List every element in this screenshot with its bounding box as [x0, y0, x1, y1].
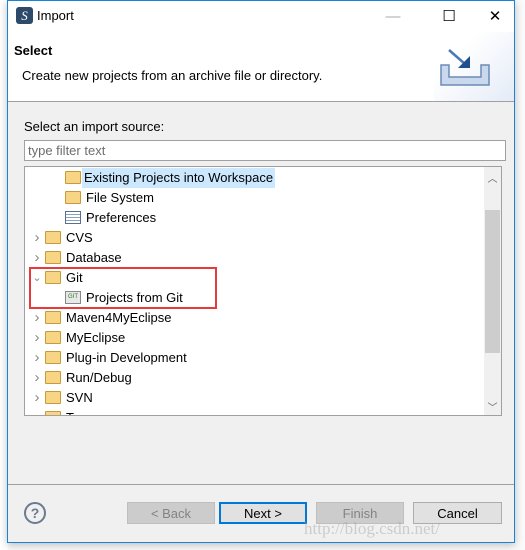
tree-item-label: Existing Projects into Workspace [82, 168, 276, 188]
folder-icon [45, 251, 61, 264]
chevron-right-icon[interactable]: › [31, 228, 43, 248]
folder-icon [45, 351, 61, 364]
page-description: Create new projects from an archive file… [22, 68, 323, 83]
scroll-up-icon[interactable]: ︿ [484, 170, 501, 185]
folder-icon [45, 331, 61, 344]
folder-icon [45, 311, 61, 324]
chevron-right-icon[interactable]: › [31, 368, 43, 388]
minimize-button[interactable]: — [370, 1, 416, 32]
chevron-right-icon[interactable]: › [31, 328, 43, 348]
import-dialog: S Import — ☐ ✕ Select Create new project… [7, 0, 515, 543]
chevron-right-icon[interactable]: › [31, 348, 43, 368]
import-source-label: Select an import source: [24, 119, 165, 134]
folder-icon [45, 411, 61, 415]
back-button[interactable]: < Back [127, 502, 215, 524]
wizard-header: Select Create new projects from an archi… [8, 32, 514, 102]
tree-item-label: SVN [66, 390, 93, 405]
chevron-right-icon[interactable]: › [31, 408, 43, 415]
import-projects-icon [65, 171, 81, 184]
window-title: Import [37, 8, 74, 23]
folder-icon [45, 231, 61, 244]
scroll-down-icon[interactable]: ﹀ [484, 399, 501, 414]
tree-item-label: Maven4MyEclipse [66, 310, 172, 325]
tree-scrollbar[interactable]: ︿ ﹀ [484, 167, 501, 415]
folder-icon [65, 191, 81, 204]
tree-item-label: Run/Debug [66, 370, 132, 385]
tree-item-label: Plug-in Development [66, 350, 187, 365]
next-button[interactable]: Next > [219, 502, 307, 524]
preferences-icon [65, 211, 81, 224]
chevron-right-icon[interactable]: › [31, 308, 43, 328]
footer-divider [8, 484, 514, 485]
tree-item-label: CVS [66, 230, 93, 245]
import-banner-icon [434, 32, 514, 101]
tree-item-label: File System [86, 190, 154, 205]
highlight-box [29, 267, 217, 309]
watermark: http://blog.csdn.net/ [304, 519, 440, 538]
tree-item-label: Database [66, 250, 122, 265]
page-title: Select [14, 43, 53, 58]
maximize-button[interactable]: ☐ [426, 1, 472, 32]
title-bar: S Import — ☐ ✕ [8, 1, 514, 32]
chevron-right-icon[interactable]: › [31, 388, 43, 408]
filter-input[interactable] [24, 140, 506, 161]
tree-item-label: Preferences [86, 210, 157, 225]
folder-icon [45, 371, 61, 384]
scrollbar-thumb[interactable] [485, 210, 500, 353]
tree-item-label: T... [66, 408, 83, 415]
chevron-right-icon[interactable]: › [31, 248, 43, 268]
folder-icon [45, 391, 61, 404]
close-button[interactable]: ✕ [472, 1, 518, 32]
help-icon[interactable]: ? [24, 502, 46, 524]
tree-item-label: MyEclipse [66, 330, 126, 345]
app-icon: S [16, 7, 33, 24]
